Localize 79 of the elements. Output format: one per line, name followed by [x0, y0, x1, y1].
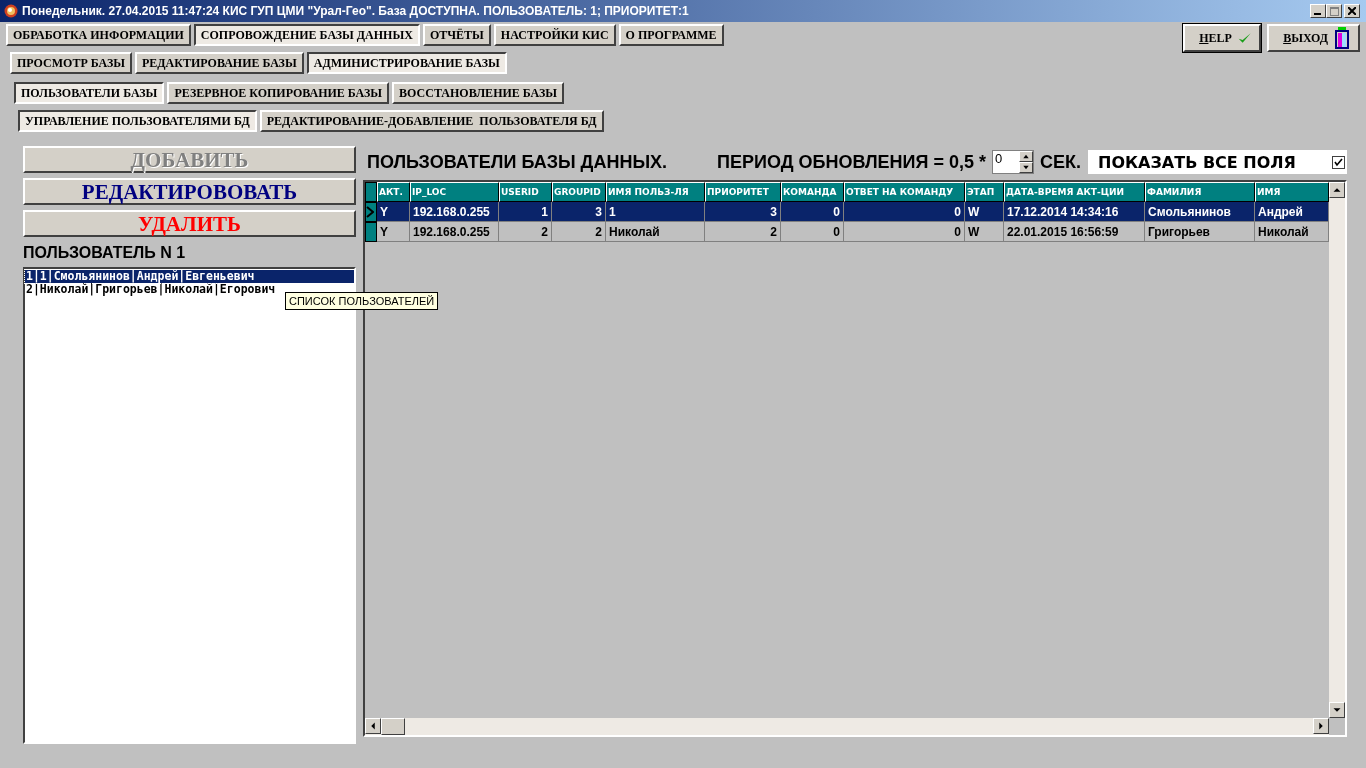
- door-icon: [1334, 27, 1350, 49]
- tab[interactable]: ОТЧЁТЫ: [422, 24, 491, 46]
- horizontal-scrollbar[interactable]: [365, 718, 1329, 735]
- column-header[interactable]: GROUPID: [552, 182, 606, 202]
- scroll-down-icon[interactable]: [1329, 702, 1345, 718]
- help-button[interactable]: HELP: [1183, 24, 1262, 52]
- table-cell: 3: [552, 202, 606, 222]
- tab[interactable]: УПРАВЛЕНИЕ ПОЛЬЗОВАТЕЛЯМИ БД: [18, 110, 257, 132]
- tab[interactable]: ВОССТАНОВЛЕНИЕ БАЗЫ: [392, 82, 565, 104]
- corner-cell: [365, 182, 377, 202]
- column-header[interactable]: КОМАНДА: [781, 182, 844, 202]
- unit-label: СЕК.: [1040, 151, 1081, 173]
- exit-button[interactable]: ВЫХОД: [1267, 24, 1360, 52]
- column-header[interactable]: ФАМИЛИЯ: [1145, 182, 1255, 202]
- minimize-button[interactable]: [1310, 4, 1326, 18]
- current-row-icon: [366, 206, 374, 218]
- tab[interactable]: ПРОСМОТР БАЗЫ: [10, 52, 132, 74]
- tooltip: СПИСОК ПОЛЬЗОВАТЕЛЕЙ: [285, 292, 439, 310]
- table-cell: 2: [705, 222, 781, 242]
- table-cell: Смольянинов: [1145, 202, 1255, 222]
- table-cell: 0: [844, 222, 965, 242]
- column-header[interactable]: ПРИОРИТЕТ: [705, 182, 781, 202]
- user-label: ПОЛЬЗОВАТЕЛЬ N 1: [23, 244, 187, 262]
- tab[interactable]: СОПРОВОЖДЕНИЕ БАЗЫ ДАННЫХ: [193, 24, 420, 46]
- tab[interactable]: НАСТРОЙКИ КИС: [493, 24, 616, 46]
- maximize-icon: [1329, 6, 1339, 16]
- action-button[interactable]: РЕДАКТИРОВОВАТЬ: [23, 178, 356, 205]
- table-cell: 0: [781, 202, 844, 222]
- window-title: Понедельник. 27.04.2015 11:47:24 КИС ГУП ЦМИ "Урал-Гео". База ДОСТУПНА. ПОЛЬЗОВАТЕЛЬ: 1; ПРИОРИТЕТ:1: [22, 4, 690, 18]
- scroll-up-icon[interactable]: [1329, 182, 1345, 198]
- close-icon: [1348, 7, 1356, 15]
- tab[interactable]: ОБРАБОТКА ИНФОРМАЦИИ: [6, 24, 191, 46]
- period-label: ПЕРИОД ОБНОВЛЕНИЯ = 0,5 *: [717, 151, 986, 173]
- column-header[interactable]: ОТВЕТ НА КОМАНДУ: [844, 182, 965, 202]
- table-cell: 0: [844, 202, 965, 222]
- tab[interactable]: РЕДАКТИРОВАНИЕ БАЗЫ: [135, 52, 304, 74]
- table-cell: 22.01.2015 16:56:59: [1004, 222, 1145, 242]
- row-indicator[interactable]: [365, 202, 377, 222]
- tab[interactable]: РЕЗЕРВНОЕ КОПИРОВАНИЕ БАЗЫ: [167, 82, 390, 104]
- column-header[interactable]: USERID: [499, 182, 552, 202]
- column-header[interactable]: ЭТАП: [965, 182, 1004, 202]
- tab[interactable]: АДМИНИСТРИРОВАНИЕ БАЗЫ: [306, 52, 507, 74]
- list-item[interactable]: 1|1|Смольянинов|Андрей|Евгеньевич: [25, 270, 354, 283]
- table-cell: 17.12.2014 14:34:16: [1004, 202, 1145, 222]
- vertical-scrollbar[interactable]: [1329, 182, 1345, 718]
- close-button[interactable]: [1344, 4, 1360, 18]
- column-header[interactable]: АКТ.: [377, 182, 410, 202]
- table-cell: 192.168.0.255: [410, 202, 499, 222]
- table-cell: 2: [552, 222, 606, 242]
- tab[interactable]: РЕДАКТИРОВАНИЕ-ДОБАВЛЕНИЕ ПОЛЬЗОВАТЕЛЯ БД: [259, 110, 604, 132]
- table-cell: W: [965, 202, 1004, 222]
- table-cell: 192.168.0.255: [410, 222, 499, 242]
- scroll-left-icon[interactable]: [365, 718, 381, 734]
- row-indicator[interactable]: [365, 222, 377, 242]
- table-cell: Андрей: [1255, 202, 1329, 222]
- table-cell: Y: [377, 202, 410, 222]
- table-cell: Николай: [606, 222, 705, 242]
- tab[interactable]: ПОЛЬЗОВАТЕЛИ БАЗЫ: [14, 82, 165, 104]
- table-cell: Y: [377, 222, 410, 242]
- column-header[interactable]: ИМЯ: [1255, 182, 1329, 202]
- period-spinner[interactable]: 0: [992, 150, 1034, 174]
- app-icon: [4, 4, 18, 18]
- table-cell: 2: [499, 222, 552, 242]
- grid-title: ПОЛЬЗОВАТЕЛИ БАЗЫ ДАННЫХ.: [367, 151, 669, 173]
- column-header[interactable]: ИМЯ ПОЛЬЗ-ЛЯ: [606, 182, 705, 202]
- maximize-button[interactable]: [1326, 4, 1342, 18]
- table-cell: 1: [499, 202, 552, 222]
- scroll-thumb[interactable]: [381, 718, 405, 735]
- table-cell: 0: [781, 222, 844, 242]
- table-cell: 1: [606, 202, 705, 222]
- show-all-checkbox[interactable]: [1332, 155, 1345, 169]
- show-all-label: ПОКАЗАТЬ ВСЕ ПОЛЯ: [1098, 152, 1296, 172]
- scroll-right-icon[interactable]: [1313, 718, 1329, 734]
- column-header[interactable]: ДАТА-ВРЕМЯ АКТ-ЦИИ: [1004, 182, 1145, 202]
- table-cell: 3: [705, 202, 781, 222]
- table-cell: Григорьев: [1145, 222, 1255, 242]
- column-header[interactable]: IP_LOC: [410, 182, 499, 202]
- tab[interactable]: О ПРОГРАММЕ: [618, 24, 724, 46]
- table-cell: W: [965, 222, 1004, 242]
